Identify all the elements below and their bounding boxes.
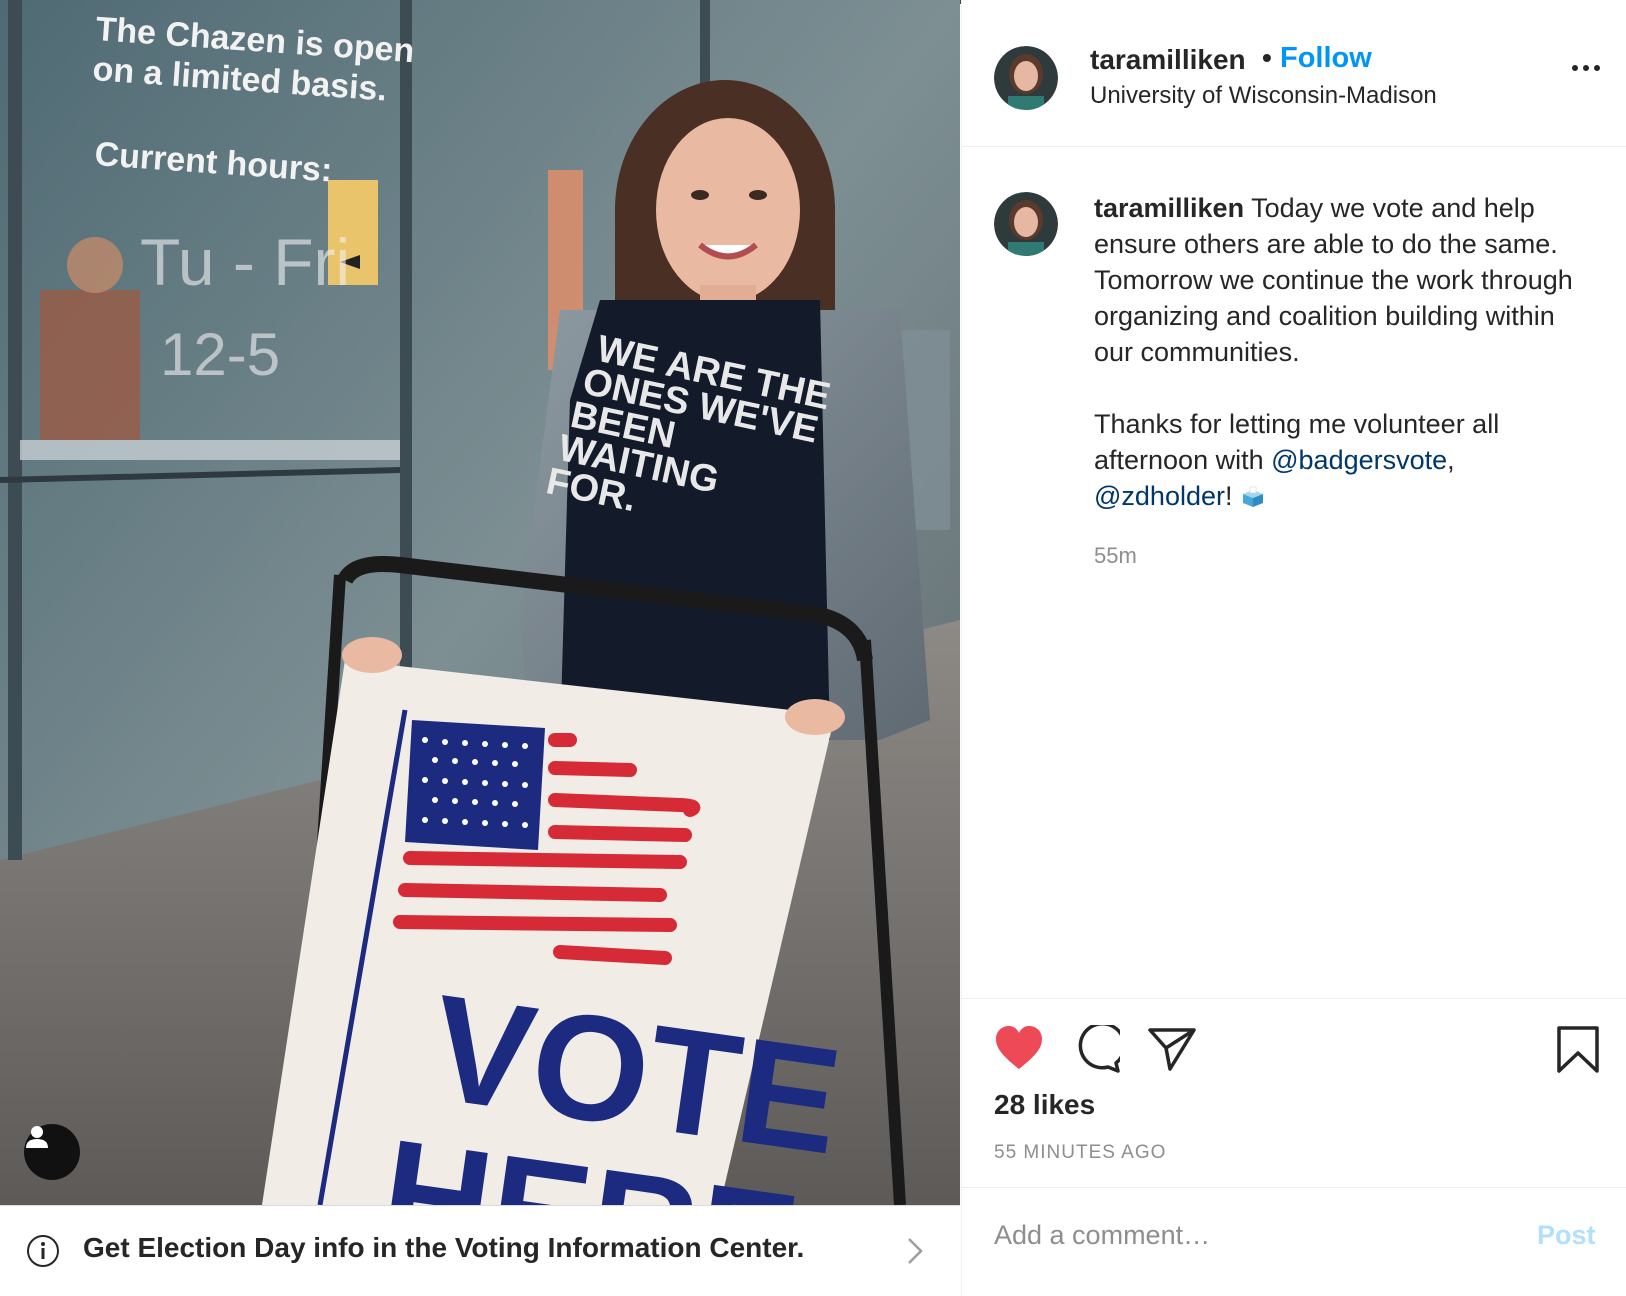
- voting-info-bar[interactable]: Get Election Day info in the Voting Info…: [0, 1205, 960, 1296]
- ballot-box-icon: [1243, 486, 1264, 507]
- post-sidebar: taramilliken • Follow University of Wisc…: [961, 0, 1626, 1296]
- caption-time[interactable]: 55m: [1094, 543, 1137, 569]
- sign-line-4: Tu - Fri: [140, 225, 350, 299]
- media-pane: The Chazen is open on a limited basis. C…: [0, 0, 960, 1296]
- header-username[interactable]: taramilliken: [1090, 44, 1246, 76]
- likes-count[interactable]: 28 likes: [994, 1089, 1095, 1121]
- comment-box: Add a comment… Post: [962, 1187, 1626, 1296]
- caption-section: taramilliken Today we vote and help ensu…: [962, 146, 1626, 996]
- avatar[interactable]: [994, 46, 1058, 110]
- location-link[interactable]: University of Wisconsin-Madison: [1090, 82, 1437, 110]
- voting-info-text: Get Election Day info in the Voting Info…: [83, 1232, 805, 1263]
- avatar-image: [994, 46, 1058, 110]
- heart-icon[interactable]: [994, 1025, 1044, 1071]
- instagram-post-view: The Chazen is open on a limited basis. C…: [0, 0, 1626, 1296]
- post-header: taramilliken • Follow University of Wisc…: [962, 4, 1626, 147]
- more-icon[interactable]: [1570, 62, 1602, 74]
- bookmark-icon[interactable]: [1556, 1025, 1600, 1075]
- mention-zdholder[interactable]: @zdholder: [1094, 481, 1225, 511]
- caption-exclaim: !: [1224, 481, 1233, 511]
- chevron-right-icon: [908, 1238, 923, 1264]
- avatar-image: [994, 192, 1058, 256]
- caption-text: taramilliken Today we vote and help ensu…: [1094, 190, 1599, 514]
- caption-avatar[interactable]: [994, 192, 1058, 256]
- action-bar: 28 likes 55 MINUTES AGO: [962, 998, 1626, 1187]
- separator-dot: •: [1262, 42, 1272, 73]
- follow-button[interactable]: Follow: [1280, 42, 1372, 75]
- user-tag-button[interactable]: [24, 1124, 80, 1180]
- user-tag-icon: [26, 1126, 48, 1148]
- comment-input[interactable]: Add a comment…: [994, 1220, 1210, 1251]
- caption-username[interactable]: taramilliken: [1094, 193, 1244, 223]
- photo-illustration: The Chazen is open on a limited basis. C…: [0, 0, 960, 1205]
- post-button[interactable]: Post: [1537, 1220, 1596, 1251]
- post-timestamp: 55 MINUTES AGO: [994, 1142, 1167, 1163]
- mention-badgersvote[interactable]: @badgersvote: [1271, 445, 1447, 475]
- caption-comma: ,: [1447, 445, 1455, 475]
- sign-line-5: 12-5: [160, 321, 280, 388]
- post-photo[interactable]: The Chazen is open on a limited basis. C…: [0, 0, 960, 1205]
- comment-icon[interactable]: [1070, 1025, 1120, 1073]
- info-icon: [27, 1235, 59, 1267]
- share-icon[interactable]: [1148, 1027, 1196, 1071]
